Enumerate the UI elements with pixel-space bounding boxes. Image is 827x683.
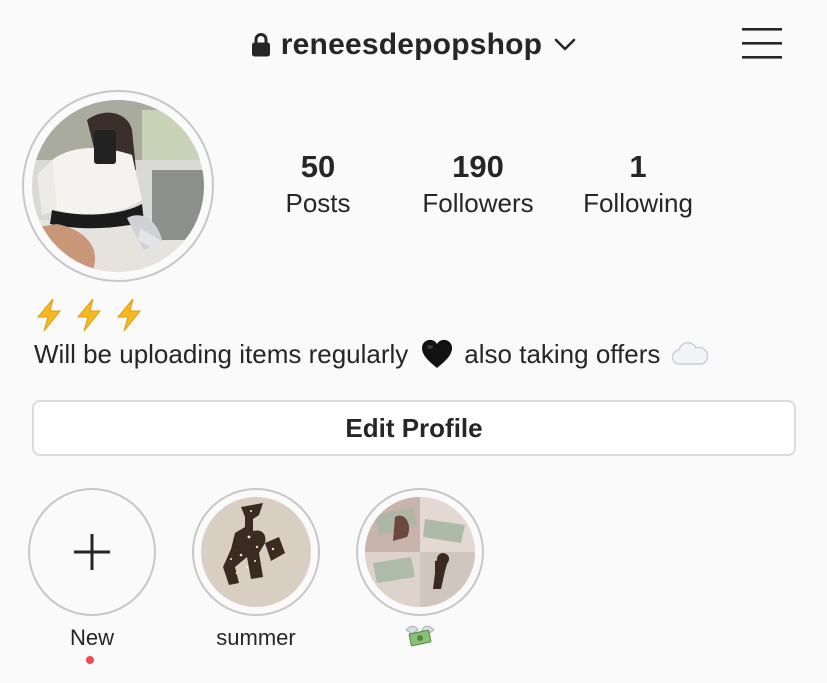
highlight-label: New [69, 625, 114, 650]
highlight-cover [365, 497, 475, 607]
chevron-down-icon [554, 38, 576, 51]
stat-posts[interactable]: 50 Posts [243, 148, 393, 220]
stat-following[interactable]: 1 Following [563, 148, 713, 220]
username: reneesdepopshop [280, 28, 543, 61]
avatar [32, 100, 204, 272]
profile-avatar-ring[interactable] [22, 90, 214, 282]
highlight-money-ring[interactable] [356, 488, 484, 616]
highlight-new-ring[interactable] [28, 488, 156, 616]
new-notification-dot [86, 656, 94, 664]
account-switcher[interactable]: reneesdepopshop [0, 20, 827, 70]
highlight-summer[interactable]: summer [191, 488, 321, 652]
posts-label: Posts [285, 188, 351, 218]
plus-icon [74, 534, 110, 570]
highlight-money[interactable] [355, 488, 485, 655]
bio-emoji-line [34, 298, 144, 334]
bio-text: Will be uploading items regularly also t… [34, 336, 709, 372]
money-with-wings-icon [405, 625, 435, 647]
high-voltage-icon [116, 298, 142, 332]
highlight-new[interactable]: New [27, 488, 157, 664]
summer-highlight-cover [201, 497, 311, 607]
high-voltage-icon [36, 298, 62, 332]
profile-header: reneesdepopshop [0, 0, 827, 90]
money-highlight-cover [365, 497, 475, 607]
cloud-icon [672, 342, 709, 365]
followers-count: 190 [452, 149, 504, 184]
highlight-label: summer [216, 625, 296, 650]
followers-label: Followers [422, 188, 534, 218]
stat-followers[interactable]: 190 Followers [403, 148, 553, 220]
following-count: 1 [629, 149, 647, 184]
highlight-cover [201, 497, 311, 607]
lock-icon [251, 33, 270, 57]
bio-text-part2: also taking offers [464, 339, 661, 369]
following-label: Following [583, 188, 693, 218]
hamburger-menu-icon[interactable] [740, 24, 784, 62]
black-heart-icon [422, 339, 453, 368]
high-voltage-icon [76, 298, 102, 332]
profile-photo [32, 100, 204, 272]
edit-profile-button[interactable]: Edit Profile [32, 400, 796, 456]
highlight-summer-ring[interactable] [192, 488, 320, 616]
bio-text-part1: Will be uploading items regularly [34, 339, 409, 369]
posts-count: 50 [300, 149, 336, 184]
